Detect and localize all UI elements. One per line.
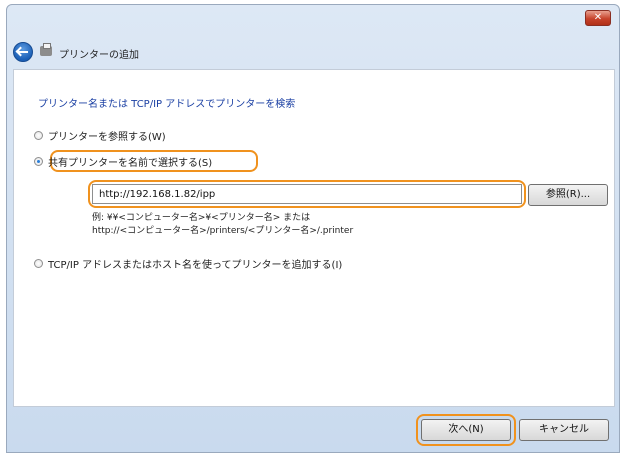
printer-url-input[interactable] xyxy=(92,184,522,204)
radio-label: 共有プリンターを名前で選択する(S) xyxy=(48,157,213,169)
radio-label: TCP/IP アドレスまたはホスト名を使ってプリンターを追加する(I) xyxy=(48,259,343,271)
wizard-footer: 次へ(N) キャンセル xyxy=(13,407,615,452)
radio-tcpip-address[interactable]: TCP/IP アドレスまたはホスト名を使ってプリンターを追加する(I) xyxy=(34,255,342,271)
wizard-header: プリンターの追加 xyxy=(13,39,613,65)
add-printer-window: ✕ プリンターの追加 プリンター名または TCP/IP アドレスでプリンターを検… xyxy=(6,4,620,453)
example-line-1: 例: ¥¥<コンピューター名>¥<プリンター名> または xyxy=(92,213,311,223)
radio-select-shared-printer[interactable]: 共有プリンターを名前で選択する(S) xyxy=(34,153,212,169)
cancel-button[interactable]: キャンセル xyxy=(519,419,609,441)
wizard-content: プリンター名または TCP/IP アドレスでプリンターを検索 プリンターを参照す… xyxy=(13,69,615,407)
example-text: 例: ¥¥<コンピューター名>¥<プリンター名> または http://<コンピ… xyxy=(92,212,353,238)
radio-browse-printer[interactable]: プリンターを参照する(W) xyxy=(34,127,166,143)
close-button[interactable]: ✕ xyxy=(585,10,611,26)
back-arrow-icon[interactable] xyxy=(13,42,33,62)
example-line-2: http://<コンピューター名>/printers/<プリンター名>/.pri… xyxy=(92,226,354,236)
wizard-title: プリンターの追加 xyxy=(59,50,139,61)
radio-label: プリンターを参照する(W) xyxy=(48,131,166,143)
radio-button[interactable] xyxy=(34,130,43,140)
radio-button-selected[interactable] xyxy=(34,156,43,166)
browse-button[interactable]: 参照(R)... xyxy=(528,184,608,206)
next-button[interactable]: 次へ(N) xyxy=(421,419,511,441)
radio-button[interactable] xyxy=(34,258,43,268)
printer-icon xyxy=(40,43,52,56)
main-instruction: プリンター名または TCP/IP アドレスでプリンターを検索 xyxy=(38,99,296,110)
title-bar: ✕ xyxy=(7,5,619,33)
